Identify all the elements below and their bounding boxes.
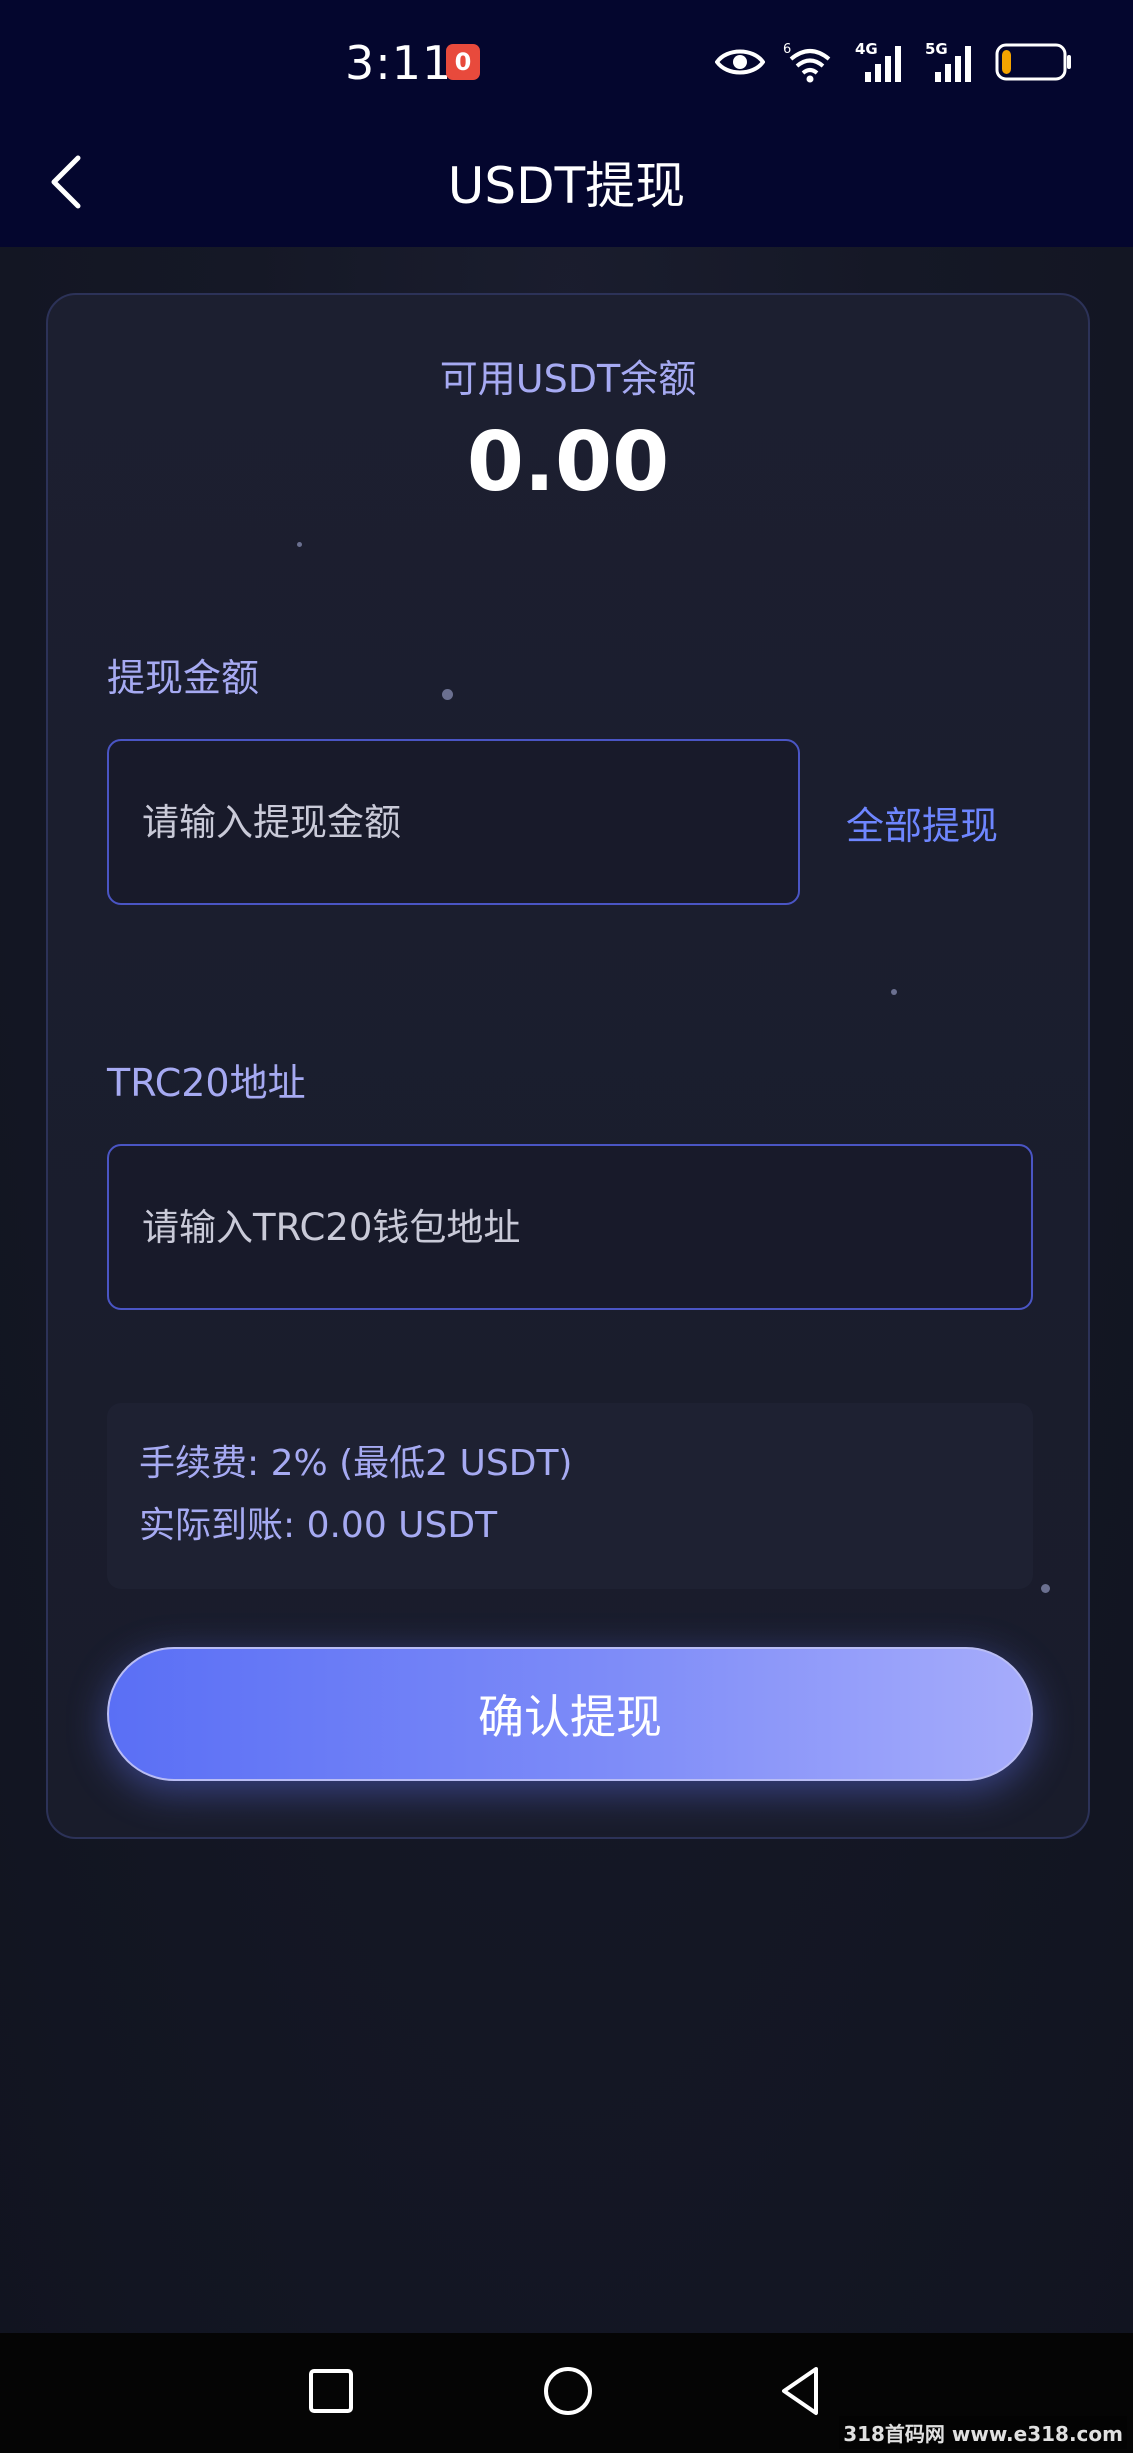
fee-info-box: 手续费: 2% (最低2 USDT) 实际到账: 0.00 USDT [107, 1403, 1033, 1589]
battery-fill [1002, 50, 1011, 74]
signal-4g-label: 4G [855, 40, 878, 58]
fee-rate-text: 手续费: 2% (最低2 USDT) [139, 1443, 573, 1484]
withdraw-all-button[interactable]: 全部提现 [846, 795, 998, 850]
confirm-withdraw-button[interactable]: 确认提现 [107, 1647, 1033, 1781]
amount-input-box[interactable] [107, 739, 800, 905]
balance-label: 可用USDT余额 [439, 357, 697, 401]
wifi-icon: 6 [783, 42, 831, 83]
decor-dot [297, 542, 302, 547]
square-recents-icon[interactable] [306, 2363, 356, 2427]
notification-badge: 0 [446, 44, 480, 80]
battery-icon [995, 43, 1071, 81]
signal-5g-label: 5G [925, 40, 948, 58]
amount-input[interactable] [142, 741, 798, 903]
screen: 3:11 0 6 4G 5G USDT提现 可用USDT余额 0.00 提现金额… [0, 0, 1133, 2453]
address-input[interactable] [142, 1146, 1031, 1308]
signal-4g-icon: 4G [855, 40, 901, 82]
balance-value: 0.00 [466, 415, 670, 510]
withdraw-card: 可用USDT余额 0.00 提现金额 全部提现 TRC20地址 手续费: 2% … [46, 293, 1090, 1839]
decor-dot [442, 689, 453, 700]
received-amount-text: 实际到账: 0.00 USDT [139, 1505, 498, 1546]
address-input-box[interactable] [107, 1144, 1033, 1310]
address-label: TRC20地址 [107, 1061, 306, 1105]
top-bar: 3:11 0 6 4G 5G USDT提现 [0, 0, 1133, 247]
wifi-label: 6 [783, 42, 791, 57]
page-title: USDT提现 [447, 157, 686, 215]
circle-home-icon[interactable] [538, 2363, 598, 2427]
status-time: 3:11 [345, 36, 453, 90]
decor-dot [1041, 1584, 1050, 1593]
signal-5g-icon: 5G [925, 40, 971, 82]
eye-icon [715, 49, 765, 75]
status-icons: 6 4G 5G [715, 38, 1073, 86]
decor-dot [891, 989, 897, 995]
system-nav-bar: 318首码网 www.e318.com [0, 2333, 1133, 2453]
watermark: 318首码网 www.e318.com [839, 2416, 1127, 2449]
amount-label: 提现金额 [107, 656, 260, 700]
triangle-back-icon[interactable] [776, 2363, 826, 2427]
